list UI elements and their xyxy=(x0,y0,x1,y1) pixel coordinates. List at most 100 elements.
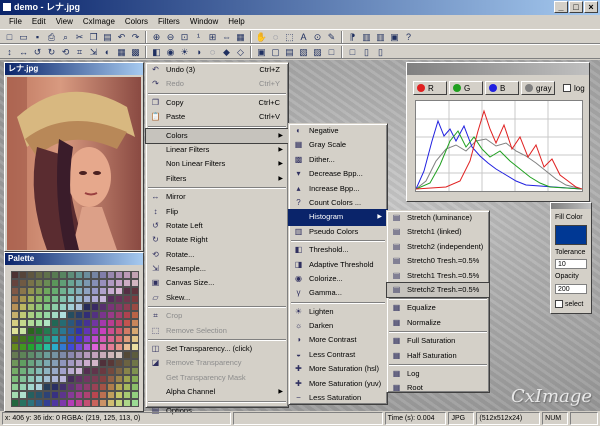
palette-swatch[interactable] xyxy=(51,399,59,407)
palette-swatch[interactable] xyxy=(11,359,19,367)
hand-icon[interactable]: ✋ xyxy=(255,31,268,43)
menu-item-undo-3[interactable]: ↶ Undo (3) Ctrl+Z xyxy=(146,63,288,77)
palette-swatch[interactable] xyxy=(67,287,75,295)
palette-swatch[interactable] xyxy=(91,271,99,279)
menu-item-rotate-right[interactable]: ↻ Rotate Right xyxy=(146,233,288,247)
palette-swatch[interactable] xyxy=(43,319,51,327)
menu-item-remove-transparency[interactable]: ◪ Remove Transparency xyxy=(146,356,288,370)
menu-item-stretch1-linked[interactable]: ▤ Stretch1 (linked) xyxy=(387,225,489,239)
menu-item-half-saturation[interactable]: ▦ Half Saturation xyxy=(387,349,489,363)
menu-item-gamma[interactable]: γ Gamma... xyxy=(289,286,387,300)
select-checkbox[interactable] xyxy=(555,300,563,308)
menu-item-rotate-left[interactable]: ↺ Rotate Left xyxy=(146,219,288,233)
text-icon[interactable]: A xyxy=(297,31,310,43)
menu-item-log[interactable]: ▦ Log xyxy=(387,367,489,381)
palette-swatch[interactable] xyxy=(67,351,75,359)
channel-tab-g[interactable]: G xyxy=(449,81,483,95)
palette-swatch[interactable] xyxy=(91,295,99,303)
menu-cximage[interactable]: CxImage xyxy=(78,15,120,29)
palette-swatch[interactable] xyxy=(43,303,51,311)
menu-help[interactable]: Help xyxy=(223,15,249,29)
palette-swatch[interactable] xyxy=(59,351,67,359)
menu-item-resample[interactable]: ⇲ Resample... xyxy=(146,262,288,276)
palette-swatch[interactable] xyxy=(43,343,51,351)
tolerance-input[interactable]: 10 xyxy=(555,259,587,269)
palette-swatch[interactable] xyxy=(11,375,19,383)
palette-swatch[interactable] xyxy=(91,335,99,343)
palette-swatch[interactable] xyxy=(83,287,91,295)
menu-item-stretch0-tresh-0-5[interactable]: ▤ Stretch0 Tresh.=0.5% xyxy=(387,254,489,268)
eyedropper-icon[interactable]: ⁋ xyxy=(346,31,359,43)
palette-swatch[interactable] xyxy=(123,319,131,327)
threshold-icon[interactable]: ◧ xyxy=(150,46,163,58)
palette-swatch[interactable] xyxy=(115,351,123,359)
palette-swatch[interactable] xyxy=(75,335,83,343)
palette-swatch[interactable] xyxy=(19,359,27,367)
palette-swatch[interactable] xyxy=(11,271,19,279)
palette-swatch[interactable] xyxy=(123,367,131,375)
palette-swatch[interactable] xyxy=(67,295,75,303)
help-icon[interactable]: ? xyxy=(402,31,415,43)
palette-swatch[interactable] xyxy=(27,287,35,295)
palette-swatch[interactable] xyxy=(107,303,115,311)
palette-swatch[interactable] xyxy=(107,383,115,391)
fill-color-swatch[interactable] xyxy=(555,225,587,245)
palette-swatch[interactable] xyxy=(75,343,83,351)
palette-swatch[interactable] xyxy=(35,287,43,295)
palette-swatch[interactable] xyxy=(99,287,107,295)
maximize-button[interactable]: □ xyxy=(569,1,583,13)
palette-swatch[interactable] xyxy=(35,295,43,303)
palette-swatch[interactable] xyxy=(83,295,91,303)
menu-item-dither[interactable]: ▩ Dither... xyxy=(289,153,387,167)
palette-swatch[interactable] xyxy=(83,351,91,359)
palette-swatch[interactable] xyxy=(99,335,107,343)
menu-item-crop[interactable]: ⌗ Crop xyxy=(146,309,288,323)
palette-swatch[interactable] xyxy=(67,375,75,383)
palette-swatch[interactable] xyxy=(67,383,75,391)
palette-swatch[interactable] xyxy=(11,367,19,375)
palette-swatch[interactable] xyxy=(123,391,131,399)
menu-filters[interactable]: Filters xyxy=(153,15,185,29)
palette-swatch[interactable] xyxy=(27,279,35,287)
menu-item-rotate[interactable]: ⟲ Rotate... xyxy=(146,248,288,262)
palette-swatch[interactable] xyxy=(99,343,107,351)
menu-item-normalize[interactable]: ▦ Normalize xyxy=(387,316,489,330)
palette-swatch[interactable] xyxy=(59,383,67,391)
palette-swatch[interactable] xyxy=(75,327,83,335)
palette-swatch[interactable] xyxy=(19,303,27,311)
palette-swatch[interactable] xyxy=(107,287,115,295)
palette-swatch[interactable] xyxy=(19,279,27,287)
palette-swatch[interactable] xyxy=(131,399,139,407)
palette-swatch[interactable] xyxy=(51,391,59,399)
negative-icon[interactable]: ◐ xyxy=(101,46,114,58)
palette-swatch[interactable] xyxy=(83,391,91,399)
palette-swatch[interactable] xyxy=(51,375,59,383)
menu-item-get-transparency-mask[interactable]: Get Transparency Mask xyxy=(146,371,288,385)
palette-swatch[interactable] xyxy=(27,391,35,399)
palette-swatch[interactable] xyxy=(35,375,43,383)
palette-swatch[interactable] xyxy=(83,343,91,351)
palette-swatch[interactable] xyxy=(43,359,51,367)
palette-swatch[interactable] xyxy=(131,279,139,287)
menu-window[interactable]: Window xyxy=(185,15,223,29)
menu-item-gray-scale[interactable]: ▦ Gray Scale xyxy=(289,138,387,152)
palette-swatch[interactable] xyxy=(27,383,35,391)
palette-swatch[interactable] xyxy=(99,351,107,359)
palette-swatch[interactable] xyxy=(43,351,51,359)
palette-swatch[interactable] xyxy=(83,375,91,383)
palette-swatch[interactable] xyxy=(99,303,107,311)
palette-swatch[interactable] xyxy=(115,303,123,311)
palette-swatch[interactable] xyxy=(43,383,51,391)
palette-swatch[interactable] xyxy=(67,271,75,279)
info-icon[interactable]: ▣ xyxy=(388,31,401,43)
palette-swatch[interactable] xyxy=(115,359,123,367)
menu-item-less-saturation[interactable]: − Less Saturation xyxy=(289,391,387,405)
palette-swatch[interactable] xyxy=(43,279,51,287)
menu-colors[interactable]: Colors xyxy=(120,15,153,29)
palette-swatch[interactable] xyxy=(43,271,51,279)
app-icon[interactable] xyxy=(2,2,12,12)
image-canvas[interactable] xyxy=(7,77,141,250)
palette-swatch[interactable] xyxy=(115,319,123,327)
palette-swatch[interactable] xyxy=(123,303,131,311)
menu-item-stretch-luminance[interactable]: ▤ Stretch (luminance) xyxy=(387,211,489,225)
